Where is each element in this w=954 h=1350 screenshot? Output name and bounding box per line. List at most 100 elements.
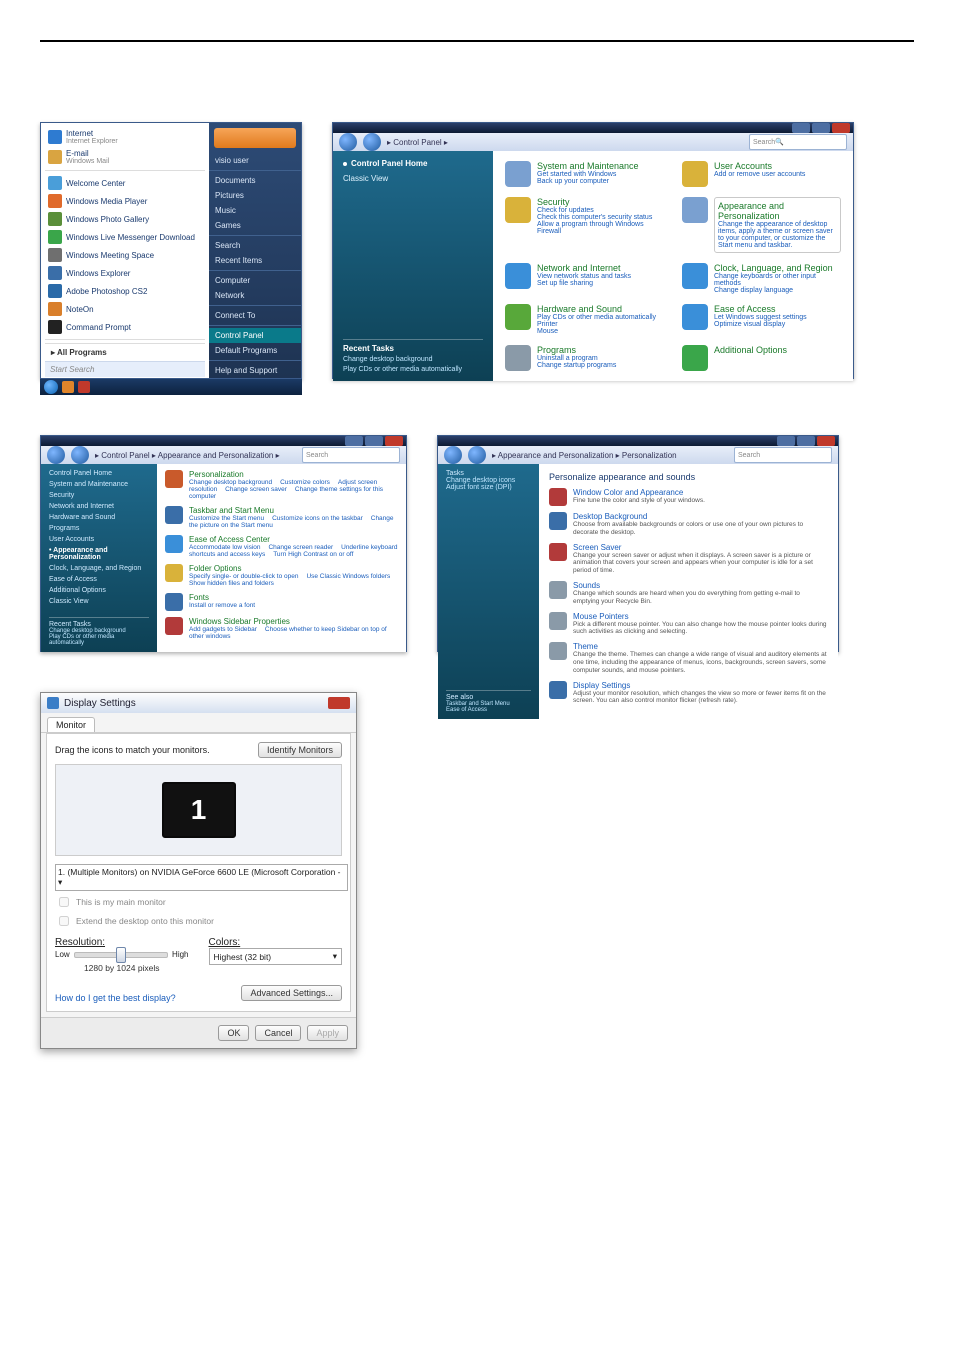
breadcrumb[interactable]: ▸ Control Panel ▸ <box>387 138 743 147</box>
control-panel-category[interactable]: User AccountsAdd or remove user accounts <box>682 161 841 187</box>
appearance-sublink[interactable]: Customize icons on the taskbar <box>272 515 363 522</box>
advanced-settings-button[interactable]: Advanced Settings... <box>241 985 342 1001</box>
apply-button[interactable]: Apply <box>307 1025 348 1041</box>
search-input[interactable]: Search <box>302 447 400 463</box>
appearance-sublink[interactable]: Change desktop background <box>189 479 272 486</box>
control-panel-category[interactable]: SecurityCheck for updatesCheck this comp… <box>505 197 664 253</box>
entry-title[interactable]: Taskbar and Start Menu <box>189 506 398 515</box>
close-button[interactable] <box>817 436 835 446</box>
start-menu-item[interactable]: E-mailWindows Mail <box>45 147 205 167</box>
category-sublink[interactable]: Add or remove user accounts <box>714 171 805 178</box>
start-menu-item[interactable]: Windows Media Player <box>45 192 205 210</box>
monitor-select[interactable]: 1. (Multiple Monitors) on NVIDIA GeForce… <box>55 864 348 891</box>
personalization-option[interactable]: Screen Saver Change your screen saver or… <box>549 543 828 575</box>
start-menu-item[interactable]: Windows Explorer <box>45 264 205 282</box>
category-sublink[interactable]: Get started with Windows <box>537 171 639 178</box>
category-title[interactable]: Security <box>537 197 664 207</box>
category-title[interactable]: User Accounts <box>714 161 805 171</box>
category-sublink[interactable]: Change display language <box>714 287 841 294</box>
category-sublink[interactable]: Uninstall a program <box>537 355 616 362</box>
see-also-link[interactable]: Ease of Access <box>446 707 531 713</box>
address-bar[interactable]: ▸ Control Panel ▸ Search 🔍 <box>333 133 853 151</box>
category-sublink[interactable]: Back up your computer <box>537 178 639 185</box>
identify-monitors-button[interactable]: Identify Monitors <box>258 742 342 758</box>
control-panel-category[interactable]: Hardware and SoundPlay CDs or other medi… <box>505 304 664 335</box>
start-orb[interactable] <box>44 380 58 394</box>
sidebar-item[interactable]: Security <box>49 492 149 499</box>
sidebar-task-link[interactable]: Adjust font size (DPI) <box>446 484 531 491</box>
start-menu-right-link[interactable]: Recent Items <box>209 253 301 268</box>
sidebar-task-link[interactable]: Change desktop icons <box>446 477 531 484</box>
personalization-option[interactable]: Display Settings Adjust your monitor res… <box>549 681 828 706</box>
sidebar-item[interactable]: Control Panel Home <box>49 470 149 477</box>
control-panel-category[interactable]: Appearance and PersonalizationChange the… <box>682 197 841 253</box>
category-title[interactable]: Ease of Access <box>714 304 807 314</box>
option-title[interactable]: Theme <box>573 642 828 651</box>
control-panel-category[interactable]: ProgramsUninstall a programChange startu… <box>505 345 664 371</box>
appearance-sublink[interactable]: Customize the Start menu <box>189 515 264 522</box>
monitor-1[interactable]: 1 <box>162 782 236 838</box>
taskbar-icon[interactable] <box>62 381 74 393</box>
maximize-button[interactable] <box>365 436 383 446</box>
start-menu-item[interactable]: Welcome Center <box>45 174 205 192</box>
category-sublink[interactable]: Check for updates <box>537 207 664 214</box>
personalization-option[interactable]: Theme Change the theme. Themes can chang… <box>549 642 828 674</box>
taskbar[interactable] <box>40 379 302 395</box>
option-title[interactable]: Mouse Pointers <box>573 612 828 621</box>
category-title[interactable]: Clock, Language, and Region <box>714 263 841 273</box>
taskbar-icon[interactable] <box>78 381 90 393</box>
category-title[interactable]: Appearance and Personalization <box>718 201 837 221</box>
entry-title[interactable]: Windows Sidebar Properties <box>189 617 398 626</box>
category-sublink[interactable]: Set up file sharing <box>537 280 631 287</box>
forward-button[interactable] <box>363 133 381 151</box>
category-sublink[interactable]: Mouse <box>537 328 656 335</box>
start-menu-item[interactable]: InternetInternet Explorer <box>45 127 205 147</box>
category-sublink[interactable]: Check this computer's security status <box>537 214 664 221</box>
resolution-slider[interactable]: Low High <box>55 950 189 959</box>
entry-title[interactable]: Fonts <box>189 593 261 602</box>
search-input[interactable]: Search <box>734 447 832 463</box>
breadcrumb[interactable]: ▸ Control Panel ▸ Appearance and Persona… <box>95 451 296 460</box>
start-menu-item[interactable]: NoteOn <box>45 300 205 318</box>
all-programs[interactable]: ▸ All Programs <box>45 343 205 361</box>
recent-task-link[interactable]: Play CDs or other media automatically <box>49 634 149 646</box>
close-button[interactable] <box>328 697 350 709</box>
back-button[interactable] <box>444 446 462 464</box>
start-menu-right-link[interactable]: visio user <box>209 153 301 168</box>
start-menu-right-link[interactable]: Control Panel <box>209 328 301 343</box>
start-menu-item[interactable]: Windows Live Messenger Download <box>45 228 205 246</box>
sidebar-item[interactable]: Programs <box>49 525 149 532</box>
search-input[interactable]: Search 🔍 <box>749 134 847 150</box>
category-sublink[interactable]: Play CDs or other media automatically <box>537 314 656 321</box>
start-menu-item[interactable]: Adobe Photoshop CS2 <box>45 282 205 300</box>
maximize-button[interactable] <box>797 436 815 446</box>
category-title[interactable]: Additional Options <box>714 345 787 355</box>
sidebar-item[interactable]: • Appearance and Personalization <box>49 547 149 561</box>
option-title[interactable]: Display Settings <box>573 681 828 690</box>
start-menu-right-link[interactable]: Default Programs <box>209 343 301 358</box>
cancel-button[interactable]: Cancel <box>255 1025 301 1041</box>
appearance-sublink[interactable]: Add gadgets to Sidebar <box>189 626 257 633</box>
entry-title[interactable]: Ease of Access Center <box>189 535 398 544</box>
start-menu-right-link[interactable]: Help and Support <box>209 363 301 378</box>
control-panel-category[interactable]: Network and InternetView network status … <box>505 263 664 294</box>
breadcrumb[interactable]: ▸ Appearance and Personalization ▸ Perso… <box>492 451 728 460</box>
category-sublink[interactable]: View network status and tasks <box>537 273 631 280</box>
entry-title[interactable]: Folder Options <box>189 564 398 573</box>
start-menu-right-link[interactable]: Music <box>209 203 301 218</box>
appearance-sublink[interactable]: Accommodate low vision <box>189 544 261 551</box>
monitor-layout-area[interactable]: 1 <box>55 764 342 856</box>
sidebar-item[interactable]: System and Maintenance <box>49 481 149 488</box>
appearance-sublink[interactable]: Turn High Contrast on or off <box>273 551 353 558</box>
start-search-input[interactable]: Start Search <box>45 361 205 377</box>
sidebar-item[interactable]: Clock, Language, and Region <box>49 565 149 572</box>
appearance-sublink[interactable]: Change screen saver <box>225 486 287 493</box>
option-title[interactable]: Desktop Background <box>573 512 828 521</box>
tab-monitor[interactable]: Monitor <box>47 717 95 732</box>
appearance-sublink[interactable]: Use Classic Windows folders <box>306 573 390 580</box>
personalization-option[interactable]: Sounds Change which sounds are heard whe… <box>549 581 828 606</box>
start-menu-item[interactable]: Command Prompt <box>45 318 205 336</box>
control-panel-category[interactable]: Ease of AccessLet Windows suggest settin… <box>682 304 841 335</box>
start-menu-right-link[interactable]: Search <box>209 238 301 253</box>
start-menu-right-link[interactable]: Documents <box>209 173 301 188</box>
